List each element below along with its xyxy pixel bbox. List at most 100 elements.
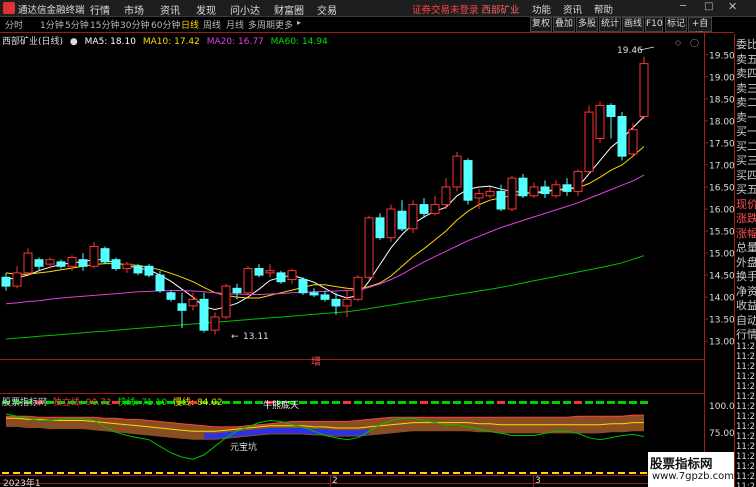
bottom-signal-dash xyxy=(277,472,284,474)
candle-up xyxy=(430,204,440,214)
period-daily[interactable]: 日线 xyxy=(181,18,199,31)
tool-biaoji[interactable]: 标记 xyxy=(665,17,687,32)
settings-icon[interactable]: ◯ xyxy=(690,38,699,47)
candle-up xyxy=(122,263,132,269)
menu-right-zixun[interactable]: 资讯 xyxy=(563,2,582,16)
tick-time: 11:2 xyxy=(736,482,756,487)
period-30min[interactable]: 30分钟 xyxy=(120,18,149,31)
tick-time: 11:2 xyxy=(736,402,756,412)
close-icon[interactable]: ✕ xyxy=(728,0,737,13)
bottom-signal-dash xyxy=(541,472,548,474)
maximize-icon[interactable]: □ xyxy=(704,1,713,12)
period-5min[interactable]: 5分钟 xyxy=(65,18,89,31)
menu-hangqing[interactable]: 行情 xyxy=(90,2,110,17)
candle-up xyxy=(23,252,33,274)
indicator-name[interactable]: 股票指标网 xyxy=(2,398,47,408)
signal-bar xyxy=(618,401,626,404)
bottom-signal-dash xyxy=(200,472,207,474)
signal-bar xyxy=(596,401,604,404)
bottom-signal-dash xyxy=(607,472,614,474)
period-fenshi[interactable]: 分时 xyxy=(5,18,23,31)
menu-bangzhu[interactable]: 帮助 xyxy=(594,2,613,16)
candle-down xyxy=(298,279,308,294)
bottom-signal-dash xyxy=(453,472,460,474)
bottom-signal-dash xyxy=(57,472,64,474)
tick-time: 11:2 xyxy=(736,462,756,472)
candle-down xyxy=(254,267,264,276)
legend-dot-icon: ● xyxy=(69,37,78,47)
watermark: 股票指标网 www.7gpzb.com xyxy=(648,452,734,487)
login-notice[interactable]: 证券交易未登录 西部矿业 xyxy=(412,2,520,16)
menu-gongneng[interactable]: 功能 xyxy=(532,2,551,16)
candle-down xyxy=(100,248,110,263)
candle-down xyxy=(56,261,66,267)
signal-bar xyxy=(233,401,241,404)
menu-faxian[interactable]: 发现 xyxy=(196,2,216,17)
candle-down xyxy=(232,287,242,294)
candle-up xyxy=(485,190,495,197)
bottom-signal-dash xyxy=(167,472,174,474)
kline-chart[interactable]: 19.50 19.00 18.50 18.00 17.50 17.00 16.50 16.00… xyxy=(0,32,734,487)
menu-zixun[interactable]: 资讯 xyxy=(160,2,180,17)
candle-down xyxy=(1,276,11,287)
signal-bar xyxy=(442,401,450,404)
period-weekly[interactable]: 周线 xyxy=(203,18,221,31)
bottom-signal-dash xyxy=(574,472,581,474)
legend-ma20: MA20: 16.77 xyxy=(206,37,264,47)
candle-down xyxy=(606,104,616,117)
candle-down xyxy=(34,259,44,267)
bottom-signal-dash xyxy=(508,472,515,474)
bottom-signal-dash xyxy=(288,472,295,474)
signal-bar xyxy=(486,401,494,404)
tool-duogu[interactable]: 多股 xyxy=(576,17,598,32)
signal-bar xyxy=(376,401,384,404)
period-1min[interactable]: 1分钟 xyxy=(40,18,64,31)
period-multi[interactable]: 多周期 xyxy=(248,18,275,31)
bottom-signal-dash xyxy=(354,472,361,474)
bottom-signal-dash xyxy=(13,472,20,474)
tick-time: 11:2 xyxy=(736,352,756,362)
tool-huaxian[interactable]: 画线 xyxy=(622,17,644,32)
price-tick-label: 14.50 xyxy=(709,272,734,282)
signal-bar xyxy=(464,401,472,404)
signal-bar xyxy=(244,401,252,404)
zeng-marker: 增 xyxy=(311,355,321,368)
price-tick-label: 13.50 xyxy=(709,316,734,326)
bottom-signal-dash xyxy=(90,472,97,474)
signal-bar xyxy=(497,401,505,404)
legend-independent-line: 独立线: 90.72 xyxy=(52,398,112,408)
candle-down xyxy=(562,184,572,192)
tool-fuquan[interactable]: 复权 xyxy=(530,17,552,32)
period-monthly[interactable]: 月线 xyxy=(226,18,244,31)
tool-add-watchlist[interactable]: +自选 xyxy=(688,17,712,42)
candle-up xyxy=(639,63,649,117)
menu-shichang[interactable]: 市场 xyxy=(124,2,144,17)
minimize-icon[interactable]: ─ xyxy=(680,1,686,12)
menu-jiaoyi[interactable]: 交易 xyxy=(317,2,337,17)
tool-tongji[interactable]: 统计 xyxy=(599,17,621,32)
tick-time: 11:2 xyxy=(736,412,756,422)
tool-f10[interactable]: F10 xyxy=(645,17,663,32)
tick-time: 11:2 xyxy=(736,452,756,462)
period-more[interactable]: 更多 xyxy=(275,18,293,31)
low-price-label: 13.11 xyxy=(243,332,269,342)
candle-up xyxy=(408,204,418,230)
candle-down xyxy=(617,115,627,157)
period-60min[interactable]: 60分钟 xyxy=(151,18,180,31)
bottom-signal-dash xyxy=(112,472,119,474)
period-15min[interactable]: 15分钟 xyxy=(90,18,119,31)
tool-diejia[interactable]: 叠加 xyxy=(553,17,575,32)
legend-ma10: MA10: 17.42 xyxy=(142,37,200,47)
candle-up xyxy=(364,217,374,278)
bottom-signal-dash xyxy=(530,472,537,474)
resize-icon[interactable]: ◇ xyxy=(675,38,682,47)
tick-time: 11:2 xyxy=(736,442,756,452)
bottom-signal-dash xyxy=(321,472,328,474)
candle-down xyxy=(276,272,286,283)
menu-caifuquan[interactable]: 财富圈 xyxy=(274,2,304,17)
bottom-signal-dash xyxy=(552,472,559,474)
signal-bar xyxy=(431,401,439,404)
more-chevron-icon[interactable]: ▸ xyxy=(297,18,301,27)
candle-up xyxy=(628,129,638,155)
menu-wenxiaoda[interactable]: 问小达 xyxy=(230,2,260,17)
